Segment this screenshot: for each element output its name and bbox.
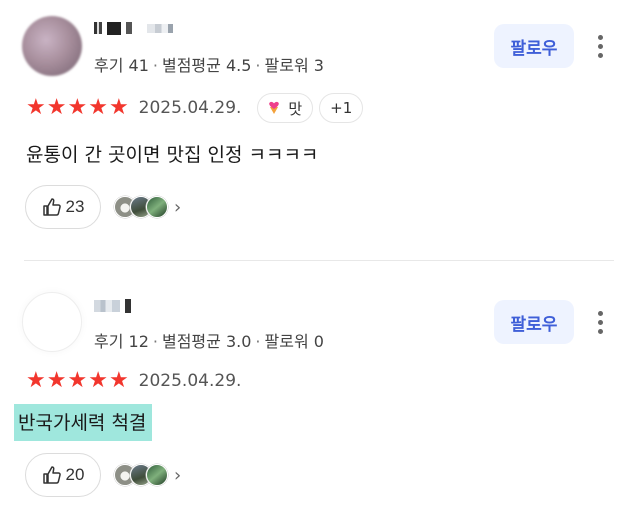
star-icon: ★ (108, 368, 129, 393)
chevron-right-icon: › (174, 464, 182, 486)
star-icon: ★ (67, 95, 88, 120)
follower-count: 팔로워 3 (264, 56, 324, 75)
avatar[interactable] (22, 16, 82, 76)
photo-thumbnail (146, 464, 168, 486)
heart-icecream-icon (269, 101, 280, 114)
username-blurred[interactable] (94, 296, 131, 316)
review-date: 2025.04.29. (138, 98, 242, 118)
photo-thumbnails[interactable]: › (114, 196, 181, 218)
star-rating: ★ ★ ★ ★ ★ (26, 97, 129, 119)
star-rating: ★ ★ ★ ★ ★ (26, 370, 129, 392)
separator: · (255, 56, 261, 75)
separator: · (152, 56, 158, 75)
follower-count: 팔로워 0 (264, 332, 324, 351)
star-icon: ★ (26, 95, 46, 120)
star-icon: ★ (46, 95, 67, 120)
chevron-right-icon: › (174, 196, 182, 218)
avatar[interactable] (22, 292, 82, 352)
star-icon: ★ (88, 368, 108, 393)
more-options-icon[interactable] (590, 304, 610, 340)
separator: · (255, 332, 261, 351)
review-date: 2025.04.29. (138, 371, 242, 391)
rating-row: ★ ★ ★ ★ ★ 2025.04.29. (26, 366, 241, 396)
follow-button[interactable]: 팔로우 (494, 24, 574, 68)
action-row: 23 › (25, 185, 181, 229)
review-count: 후기 12 (94, 332, 149, 351)
review-card: 후기 41 · 별점평균 4.5 · 팔로워 3 팔로우 ★ ★ ★ ★ ★ 2025.… (0, 0, 640, 262)
like-button[interactable]: 20 (25, 453, 101, 497)
like-count: 23 (65, 197, 85, 216)
like-button[interactable]: 23 (25, 185, 101, 229)
star-icon: ★ (88, 95, 108, 120)
divider (24, 260, 614, 261)
photo-thumbnail (146, 196, 168, 218)
star-icon: ★ (46, 368, 67, 393)
follow-button[interactable]: 팔로우 (494, 300, 574, 344)
review-card: 후기 12 · 별점평균 3.0 · 팔로워 0 팔로우 ★ ★ ★ ★ ★ 2025.… (0, 278, 640, 521)
photo-thumbnails[interactable]: › (114, 464, 181, 486)
star-icon: ★ (67, 368, 88, 393)
user-stats: 후기 12 · 별점평균 3.0 · 팔로워 0 (94, 328, 324, 352)
more-tags-chip[interactable]: +1 (319, 93, 364, 123)
user-stats: 후기 41 · 별점평균 4.5 · 팔로워 3 (94, 52, 324, 76)
like-count: 20 (65, 465, 85, 484)
star-icon: ★ (26, 368, 46, 393)
action-row: 20 › (25, 453, 181, 497)
thumbs-up-icon (42, 198, 61, 216)
username-blurred[interactable] (94, 18, 173, 38)
keyword-label: 맛 (288, 99, 303, 118)
keyword-tag[interactable]: 맛 (257, 93, 314, 123)
separator: · (152, 332, 158, 351)
review-text: 윤통이 간 곳이면 맛집 인정 ㅋㅋㅋㅋ (26, 144, 319, 166)
thumbs-up-icon (42, 466, 61, 484)
rating-average: 별점평균 4.5 (161, 56, 252, 75)
review-count: 후기 41 (94, 56, 149, 75)
more-options-icon[interactable] (590, 28, 610, 64)
star-icon: ★ (108, 95, 129, 120)
review-text: 반국가세력 척결 (14, 404, 153, 441)
rating-row: ★ ★ ★ ★ ★ 2025.04.29. 맛 +1 (26, 93, 364, 123)
rating-average: 별점평균 3.0 (161, 332, 252, 351)
